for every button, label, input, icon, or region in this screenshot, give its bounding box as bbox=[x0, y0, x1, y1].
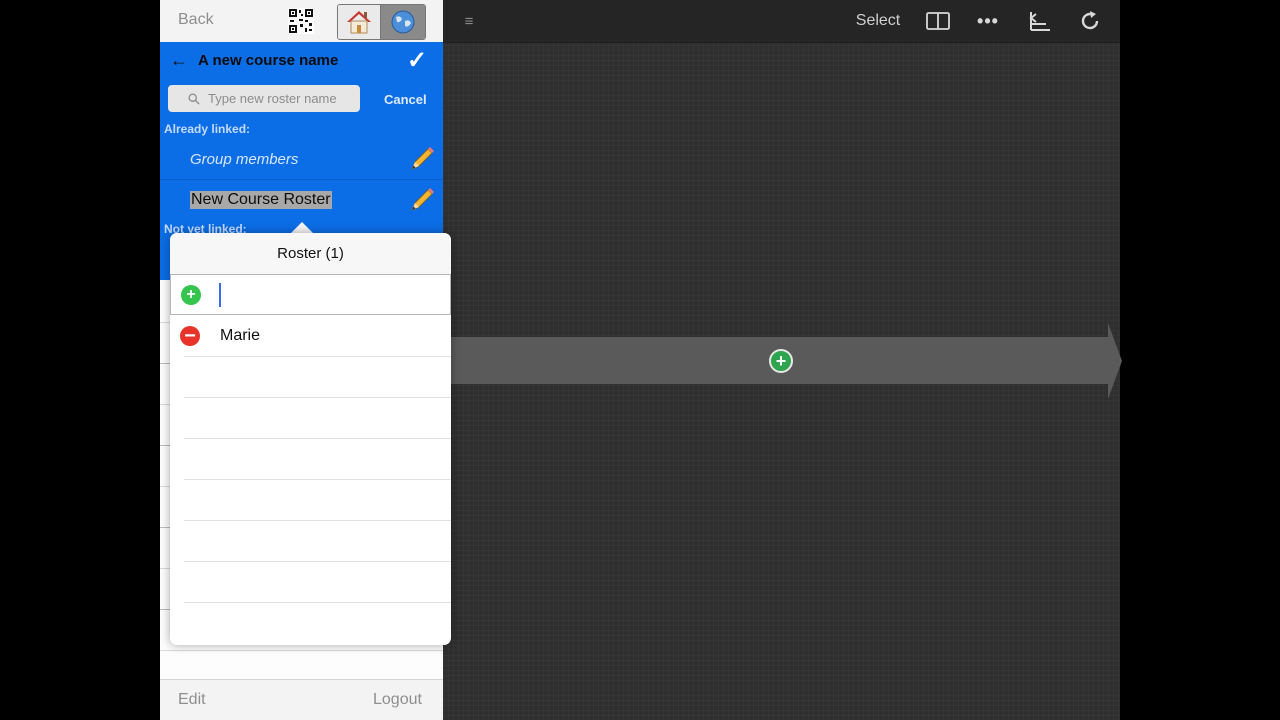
split-view-icon[interactable] bbox=[925, 0, 951, 42]
back-arrow-icon[interactable]: ← bbox=[170, 50, 188, 71]
more-icon[interactable]: ••• bbox=[975, 0, 1001, 42]
linked-roster-row-selected[interactable]: New Course Roster bbox=[160, 180, 443, 220]
timeline-icon[interactable] bbox=[1027, 0, 1053, 42]
timeline-add-button[interactable]: + bbox=[769, 349, 793, 373]
linked-roster-label: Group members bbox=[190, 151, 299, 168]
add-entry-button[interactable]: + bbox=[181, 285, 201, 305]
new-entry-row[interactable]: + bbox=[170, 274, 451, 315]
list-divider bbox=[184, 438, 451, 439]
list-divider bbox=[184, 479, 451, 480]
home-icon[interactable] bbox=[338, 5, 381, 39]
edit-button[interactable]: Edit bbox=[178, 691, 206, 709]
already-linked-label: Already linked: bbox=[164, 122, 251, 136]
cancel-button[interactable]: Cancel bbox=[384, 92, 427, 107]
menu-icon[interactable]: ≡ bbox=[457, 0, 481, 42]
pencil-icon[interactable] bbox=[406, 145, 436, 175]
roster-entry-row[interactable]: − Marie bbox=[170, 315, 451, 356]
mode-segmented-control bbox=[337, 4, 426, 40]
top-toolbar: ≡ Select ••• bbox=[443, 0, 1120, 43]
confirm-check-icon[interactable]: ✓ bbox=[407, 46, 427, 75]
new-entry-input[interactable] bbox=[219, 283, 445, 307]
course-name-title: A new course name bbox=[198, 52, 339, 69]
qr-code-icon[interactable] bbox=[288, 8, 314, 34]
roster-name-input[interactable] bbox=[206, 90, 360, 107]
select-button[interactable]: Select bbox=[843, 0, 913, 42]
pencil-icon[interactable] bbox=[406, 186, 436, 216]
list-divider bbox=[184, 520, 451, 521]
panel-nav-bar: Back bbox=[160, 0, 443, 43]
logout-button[interactable]: Logout bbox=[373, 691, 422, 709]
linked-roster-label: New Course Roster bbox=[190, 191, 332, 209]
roster-entry-name: Marie bbox=[220, 327, 261, 344]
roster-popover: Roster (1) + − Marie bbox=[170, 233, 451, 645]
panel-footer: Edit Logout bbox=[160, 679, 443, 720]
list-divider bbox=[184, 602, 451, 603]
list-divider bbox=[184, 356, 451, 357]
search-icon bbox=[188, 92, 200, 105]
back-button[interactable]: Back bbox=[178, 11, 214, 29]
globe-icon[interactable] bbox=[380, 5, 425, 39]
list-divider bbox=[184, 561, 451, 562]
roster-search-box[interactable] bbox=[168, 85, 360, 112]
remove-entry-button[interactable]: − bbox=[180, 326, 200, 346]
list-divider bbox=[184, 397, 451, 398]
refresh-icon[interactable] bbox=[1077, 0, 1103, 42]
timeline-band-arrow bbox=[1108, 323, 1122, 399]
popover-title: Roster (1) bbox=[170, 233, 451, 275]
linked-roster-row[interactable]: Group members bbox=[160, 139, 443, 180]
